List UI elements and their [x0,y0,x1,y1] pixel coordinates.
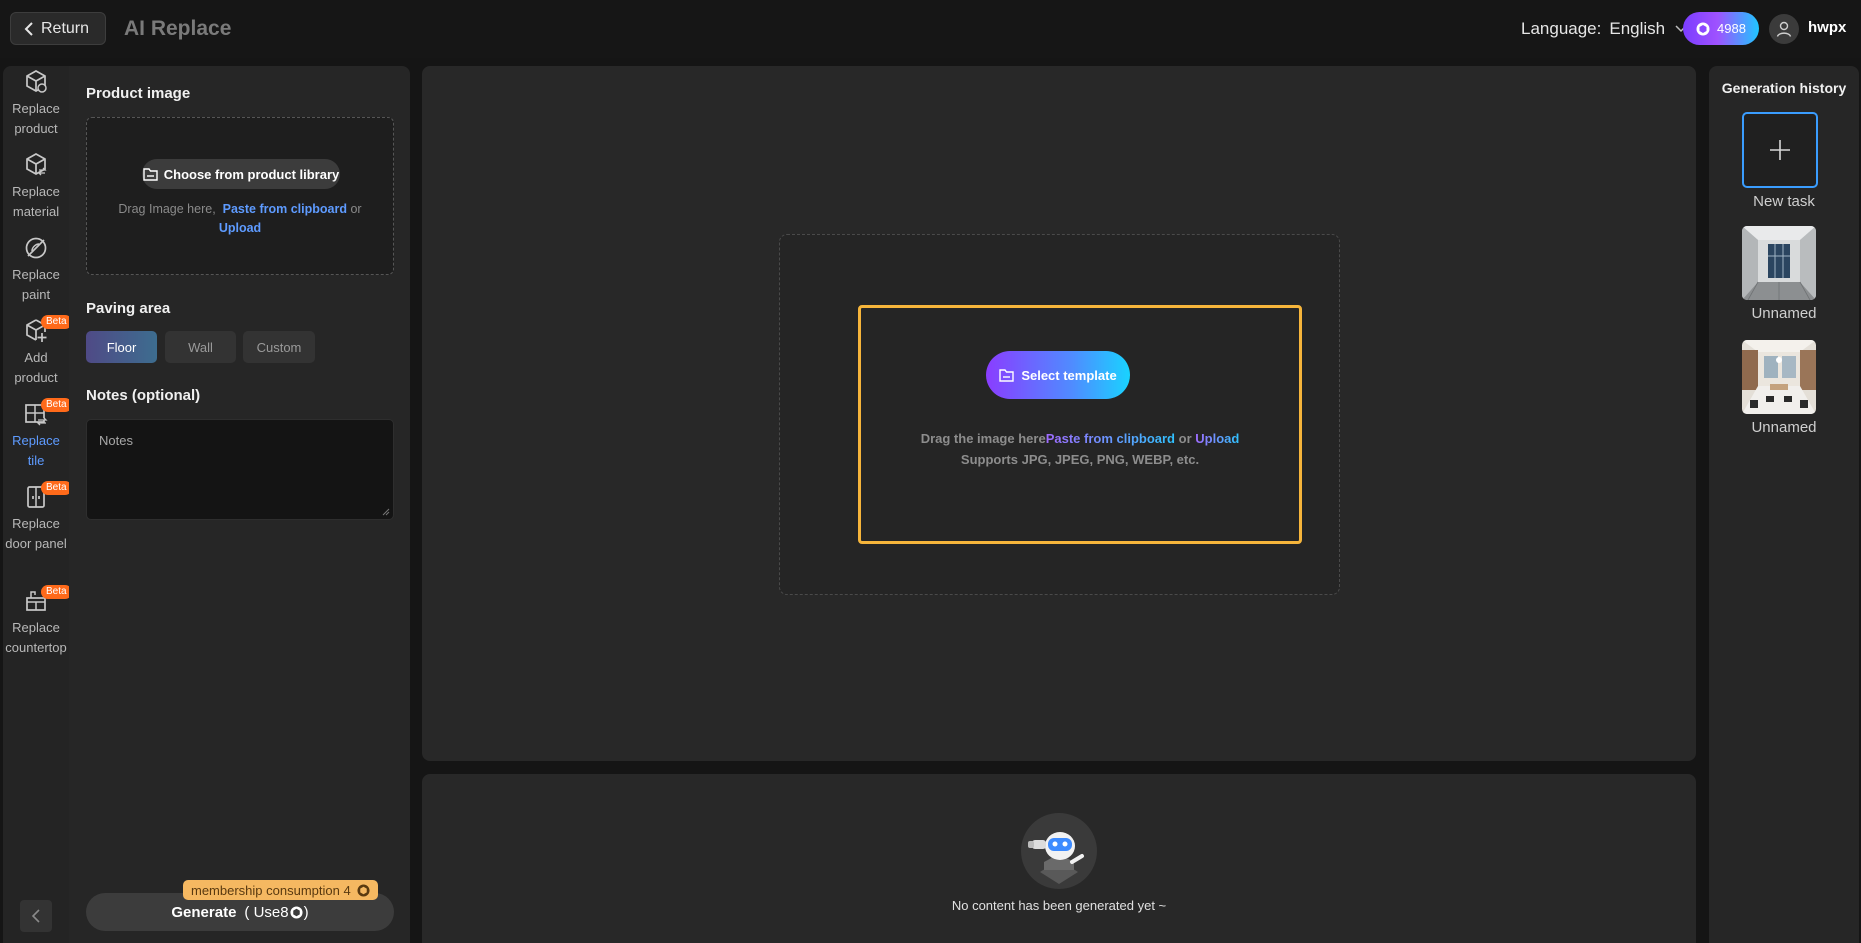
notes-placeholder: Notes [99,433,133,448]
template-drop-text: Drag the image here [920,431,1046,446]
page-title: AI Replace [124,17,232,40]
top-bar: Return AI Replace Language: English 4988… [0,0,1861,58]
membership-tag: membership consumption 4 [183,880,378,900]
folder-icon [999,369,1015,382]
drop-hint-text: Drag Image here, [118,202,216,216]
upload-link[interactable]: Upload [219,221,261,235]
library-button-label: Choose from product library [163,166,340,182]
paving-area-title: Paving area [86,300,171,317]
or-text: or [1178,431,1192,446]
settings-panel: Product image Choose from product librar… [69,66,410,943]
generate-cost-suffix: ) [303,903,309,921]
credit-coin-icon [357,883,370,897]
drop-hint: Drag Image here, Paste from clipboard or… [87,200,393,238]
paving-option-floor[interactable]: Floor [86,331,157,363]
notes-title: Notes (optional) [86,387,201,404]
tool-sidebar: Replace product Replace material Replace… [3,66,72,943]
generate-cost: ( Use8 ) [244,904,308,921]
history-title: Generation history [1721,80,1847,96]
history-thumbnail[interactable] [1742,340,1816,414]
beta-badge: Beta [41,398,72,412]
language-value: English [1609,19,1666,38]
collapse-sidebar-button[interactable] [20,900,52,932]
paving-option-custom[interactable]: Custom [243,331,315,363]
or-text: or [350,202,362,216]
replace-paint-icon [25,237,47,259]
upload-link[interactable]: Upload [1195,431,1239,446]
template-dropzone[interactable]: Select template Drag the image herePaste… [858,305,1302,544]
beta-badge: Beta [41,315,72,329]
nav-label: Replace countertop [5,620,67,655]
choose-library-button[interactable]: Choose from product library [142,159,340,189]
nav-label: Add product [14,350,58,385]
folder-icon [143,168,158,181]
history-thumbnail[interactable] [1742,226,1816,300]
history-item-label: Unnamed [1751,419,1817,436]
avatar[interactable] [1769,14,1799,44]
result-area: No content has been generated yet ~ [422,774,1696,943]
membership-tag-text: membership consumption 4 [191,882,351,898]
beta-badge: Beta [41,481,72,495]
new-task-button[interactable] [1742,112,1818,188]
generate-cost-prefix: ( Use8 [244,903,289,921]
beta-badge: Beta [41,585,72,599]
select-template-button[interactable]: Select template [986,351,1130,399]
product-image-dropzone[interactable]: Choose from product library Drag Image h… [86,117,394,275]
nav-label: Replace door panel [5,516,67,551]
history-item-label: Unnamed [1751,305,1817,322]
credit-coin-icon [1696,22,1710,35]
nav-label: Replace material [12,184,60,219]
nav-label: Replace paint [12,267,60,302]
nav-item-replace-product[interactable]: Replace product [3,69,69,139]
product-image-title: Product image [86,85,191,102]
user-icon [1776,21,1792,37]
chevron-left-icon [24,21,33,36]
nav-item-replace-material[interactable]: Replace material [3,152,69,222]
nav-item-replace-paint[interactable]: Replace paint [3,235,69,305]
room-thumbnail-image [1742,340,1816,414]
template-drop-hint: Drag the image herePaste from clipboard … [861,428,1299,470]
return-label: Return [41,19,90,37]
empty-state-text: No content has been generated yet ~ [951,898,1167,913]
nav-item-replace-tile[interactable]: Beta Replace tile [3,398,72,471]
paving-option-wall[interactable]: Wall [165,331,236,363]
return-button[interactable]: Return [10,12,107,45]
robot-empty-icon [1021,813,1097,889]
paste-clipboard-link[interactable]: Paste from clipboard [1046,431,1175,446]
nav-item-replace-countertop[interactable]: Beta Replace countertop [3,585,72,658]
replace-product-icon [26,70,47,93]
notes-textarea[interactable]: Notes [86,419,394,520]
resize-handle-icon[interactable] [382,508,390,516]
room-thumbnail-image [1742,226,1816,300]
nav-item-add-product[interactable]: Beta Add product [3,315,72,388]
credits-badge[interactable]: 4988 [1683,12,1759,45]
replace-material-icon [26,153,47,176]
paste-clipboard-link[interactable]: Paste from clipboard [223,202,347,216]
language-prefix: Language: [1521,19,1602,38]
plus-icon [1770,140,1790,160]
username[interactable]: hwpx [1808,19,1846,36]
generate-label: Generate [171,903,237,921]
select-template-label: Select template [1021,367,1117,383]
nav-item-replace-door-panel[interactable]: Beta Replace door panel [3,481,72,554]
nav-label: Replace tile [12,433,60,468]
language-selector[interactable]: Language: English [1521,19,1687,39]
new-task-label: New task [1753,193,1815,210]
canvas-area: Select template Drag the image herePaste… [422,66,1696,761]
nav-label: Replace product [12,101,60,136]
credits-count: 4988 [1717,21,1746,36]
chevron-left-icon [31,909,40,923]
supported-formats: Supports JPG, JPEG, PNG, WEBP, etc. [960,452,1200,467]
generation-history: Generation history New task Unnamed Unna… [1709,66,1859,943]
credit-coin-icon [290,905,303,919]
